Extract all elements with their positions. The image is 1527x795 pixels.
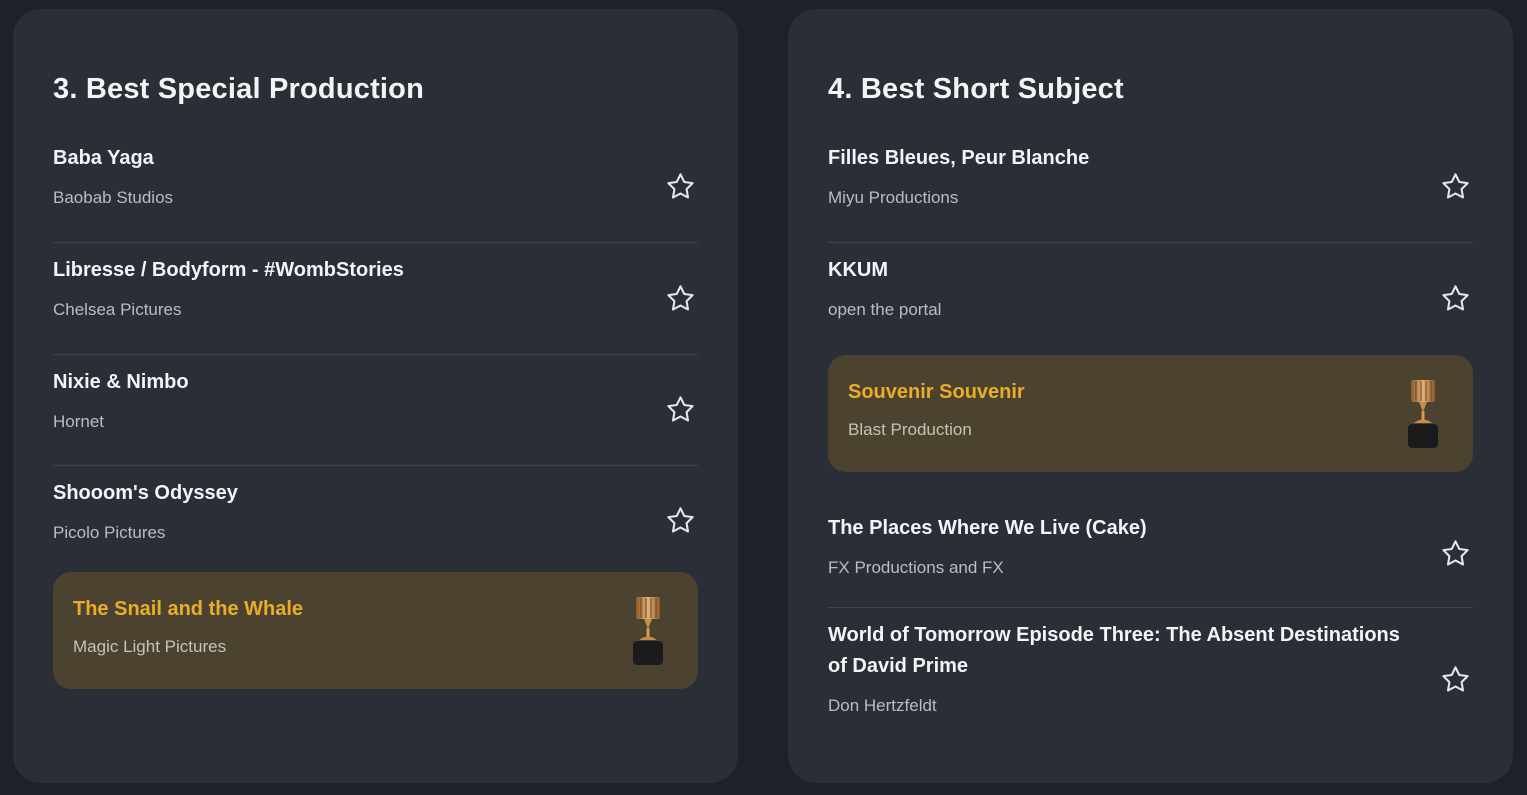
nominee-studio: Picolo Pictures (53, 523, 166, 542)
nominee-title: Shooom's Odyssey (53, 482, 238, 504)
star-outline-icon[interactable] (1440, 171, 1471, 202)
nominee-item: The Places Where We Live (Cake) FX Produ… (828, 501, 1473, 608)
nominee-list: Filles Bleues, Peur Blanche Miyu Product… (828, 131, 1473, 752)
winner-title: Souvenir Souvenir (848, 381, 1025, 403)
star-outline-icon[interactable] (1440, 538, 1471, 569)
category-card-special-production: 3. Best Special Production Baba Yaga Bao… (13, 9, 738, 783)
nominee-item: Libresse / Bodyform - #WombStories Chels… (53, 243, 698, 355)
star-outline-icon[interactable] (665, 171, 696, 202)
nominee-title: World of Tomorrow Episode Three: The Abs… (828, 624, 1400, 677)
nominee-title: The Places Where We Live (Cake) (828, 517, 1147, 539)
star-outline-icon[interactable] (1440, 283, 1471, 314)
nominee-item: Shooom's Odyssey Picolo Pictures (53, 466, 698, 575)
winner-item: The Snail and the Whale Magic Light Pict… (53, 572, 698, 689)
category-title: 4. Best Short Subject (828, 73, 1124, 105)
nominee-item: World of Tomorrow Episode Three: The Abs… (828, 608, 1473, 752)
nominee-item: Filles Bleues, Peur Blanche Miyu Product… (828, 131, 1473, 243)
star-outline-icon[interactable] (665, 505, 696, 536)
star-outline-icon[interactable] (665, 394, 696, 425)
nominee-title: Baba Yaga (53, 147, 154, 169)
nominee-item: KKUM open the portal (828, 243, 1473, 355)
winner-item: Souvenir Souvenir Blast Production (828, 355, 1473, 472)
category-card-short-subject: 4. Best Short Subject Filles Bleues, Peu… (788, 9, 1513, 783)
nominee-title: Nixie & Nimbo (53, 371, 189, 393)
nominee-studio: Baobab Studios (53, 188, 174, 207)
nominee-studio: Chelsea Pictures (53, 300, 182, 319)
trophy-icon (630, 595, 666, 667)
nominee-title: KKUM (828, 259, 888, 281)
nominee-studio: FX Productions and FX (828, 558, 1004, 577)
star-outline-icon[interactable] (1440, 664, 1471, 695)
nominee-item: Nixie & Nimbo Hornet (53, 355, 698, 466)
category-title: 3. Best Special Production (53, 73, 425, 105)
winner-studio: Magic Light Pictures (73, 637, 227, 656)
nominee-list: Baba Yaga Baobab Studios Libresse / Body… (53, 131, 698, 701)
nominee-title: Filles Bleues, Peur Blanche (828, 147, 1090, 169)
star-outline-icon[interactable] (665, 283, 696, 314)
nominee-studio: Miyu Productions (828, 188, 959, 207)
nominee-studio: open the portal (828, 300, 942, 319)
winner-title: The Snail and the Whale (73, 598, 304, 620)
winner-studio: Blast Production (848, 420, 972, 439)
nominee-studio: Hornet (53, 412, 105, 431)
nominee-item: Baba Yaga Baobab Studios (53, 131, 698, 243)
nominees-page: 3. Best Special Production Baba Yaga Bao… (0, 0, 1527, 795)
nominee-studio: Don Hertzfeldt (828, 696, 937, 715)
trophy-icon (1405, 378, 1441, 450)
nominee-title: Libresse / Bodyform - #WombStories (53, 259, 404, 281)
